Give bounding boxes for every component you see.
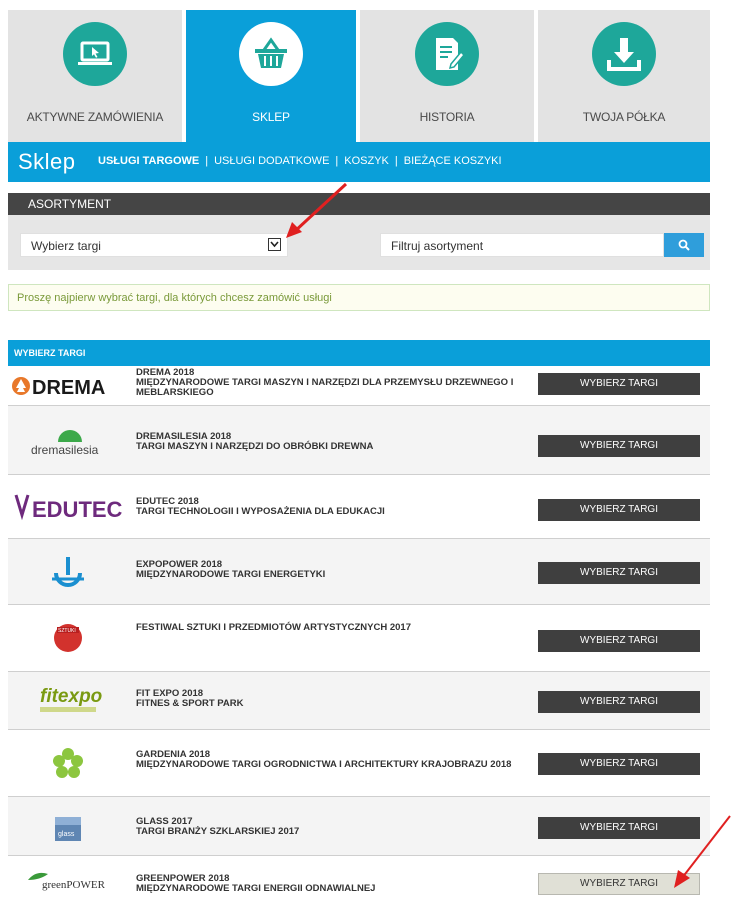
tile-historia[interactable]: HISTORIA	[360, 10, 534, 142]
table-row: GARDENIA 2018 MIĘDZYNARODOWE TARGI OGROD…	[8, 730, 710, 797]
table-row: SZTUKI FESTIWAL SZTUKI I PRZEDMIOTÓW ART…	[8, 605, 710, 672]
assortment-header: ASORTYMENT	[8, 193, 710, 215]
edutec-logo: EDUTEC	[8, 475, 128, 539]
table-row: greenPOWER GREENPOWER 2018 MIĘDZYNARODOW…	[8, 856, 710, 896]
table-row: glass GLASS 2017 TARGI BRANŻY SZKLARSKIE…	[8, 797, 710, 856]
glass-logo: glass	[8, 797, 128, 856]
table-row: DREMA DREMA 2018 MIĘDZYNARODOWE TARGI MA…	[8, 366, 710, 406]
fitexpo-logo: fitexpo	[8, 672, 128, 730]
glass-logo-text: glass	[58, 831, 75, 838]
fair-description: MIĘDZYNARODOWE TARGI ENERGII ODNAWIALNEJ	[136, 883, 376, 894]
fair-select-value: Wybierz targi	[31, 239, 101, 253]
download-icon	[592, 22, 656, 86]
filter-bar: Wybierz targi Filtruj asortyment	[8, 215, 710, 270]
fairs-header-title: WYBIERZ TARGI	[14, 348, 86, 358]
drema-logo-text: DREMA	[32, 377, 105, 399]
tile-twoja-polka[interactable]: TWOJA PÓŁKA	[538, 10, 710, 142]
basket-icon	[239, 22, 303, 86]
notice-text: Proszę najpierw wybrać targi, dla któryc…	[17, 292, 332, 304]
fair-description: TARGI BRANŻY SZKLARSKIEJ 2017	[136, 826, 300, 837]
flower-icon	[8, 730, 128, 797]
fitexpo-logo-text: fitexpo	[40, 686, 102, 707]
tile-label: TWOJA PÓŁKA	[582, 110, 666, 124]
edutec-logo-text: EDUTEC	[32, 497, 123, 522]
nav-separator: |	[394, 155, 398, 167]
filter-placeholder: Filtruj asortyment	[391, 239, 484, 253]
greenpower-logo: greenPOWER	[8, 856, 128, 896]
tile-aktywne-zamowienia[interactable]: AKTYWNE ZAMÓWIENIA	[8, 10, 182, 142]
tile-label: HISTORIA	[419, 110, 475, 124]
nav-biezace-koszyki[interactable]: BIEŻĄCE KOSZYKI	[404, 155, 502, 167]
shop-navbar: Sklep USŁUGI TARGOWE | USŁUGI DODATKOWE | KO…	[8, 142, 710, 182]
festiwal-logo-text: SZTUKI	[58, 628, 76, 634]
nav-separator: |	[205, 155, 209, 167]
table-row: EXPOPOWER 2018 MIĘDZYNARODOWE TARGI ENER…	[8, 539, 710, 605]
select-fair-button[interactable]: WYBIERZ TARGI	[538, 691, 700, 713]
assortment-filter-input[interactable]: Filtruj asortyment	[380, 233, 664, 257]
shop-nav: USŁUGI TARGOWE | USŁUGI DODATKOWE | KOSZYK | B…	[98, 155, 502, 167]
laptop-icon	[63, 22, 127, 86]
nav-uslugi-targowe[interactable]: USŁUGI TARGOWE	[98, 155, 199, 167]
shop-title: Sklep	[18, 149, 76, 174]
fair-description: TARGI TECHNOLOGII I WYPOSAŻENIA DLA EDUK…	[136, 506, 385, 517]
assortment-title: ASORTYMENT	[28, 197, 112, 211]
fair-name: FESTIWAL SZTUKI I PRZEDMIOTÓW ARTYSTYCZN…	[136, 622, 411, 633]
select-fair-button[interactable]: WYBIERZ TARGI	[538, 435, 700, 457]
select-fair-button[interactable]: WYBIERZ TARGI	[538, 630, 700, 652]
fair-description: MIĘDZYNARODOWE TARGI OGRODNICTWA I ARCHI…	[136, 759, 512, 770]
fairs-header: WYBIERZ TARGI	[8, 340, 710, 366]
main-tiles: AKTYWNE ZAMÓWIENIA SKLEP HISTORIA TWOJA …	[8, 10, 710, 142]
nav-uslugi-dodatkowe[interactable]: USŁUGI DODATKOWE	[214, 155, 329, 167]
festiwal-logo: SZTUKI	[8, 605, 128, 672]
search-icon	[678, 239, 690, 251]
nav-koszyk[interactable]: KOSZYK	[344, 155, 389, 167]
fair-select[interactable]: Wybierz targi	[20, 233, 288, 257]
select-fair-button[interactable]: WYBIERZ TARGI	[538, 499, 700, 521]
info-notice: Proszę najpierw wybrać targi, dla któryc…	[8, 284, 710, 311]
fair-description: MIĘDZYNARODOWE TARGI MASZYN I NARZĘDZI D…	[136, 377, 514, 398]
chevron-down-icon[interactable]	[268, 238, 281, 251]
dremasilesia-logo: dremasilesia	[8, 406, 128, 475]
table-row: fitexpo FIT EXPO 2018 FITNES & SPORT PAR…	[8, 672, 710, 730]
greenpower-logo-text: greenPOWER	[42, 879, 106, 891]
tile-label: SKLEP	[252, 110, 290, 124]
select-fair-button[interactable]: WYBIERZ TARGI	[538, 873, 700, 895]
search-button[interactable]	[664, 233, 704, 257]
nav-separator: |	[335, 155, 339, 167]
dremasilesia-logo-text: dremasilesia	[31, 443, 99, 457]
fair-description: TARGI MASZYN I NARZĘDZI DO OBRÓBKI DREWN…	[136, 441, 374, 452]
document-edit-icon	[415, 22, 479, 86]
select-fair-button[interactable]: WYBIERZ TARGI	[538, 817, 700, 839]
tile-sklep[interactable]: SKLEP	[186, 10, 356, 142]
select-fair-button[interactable]: WYBIERZ TARGI	[538, 373, 700, 395]
power-icon	[8, 539, 128, 605]
table-row: dremasilesia DREMASILESIA 2018 TARGI MAS…	[8, 406, 710, 475]
tile-label: AKTYWNE ZAMÓWIENIA	[26, 110, 164, 124]
select-fair-button[interactable]: WYBIERZ TARGI	[538, 753, 700, 775]
fair-description: FITNES & SPORT PARK	[136, 698, 244, 709]
table-row: EDUTEC EDUTEC 2018 TARGI TECHNOLOGII I W…	[8, 475, 710, 539]
fair-description: MIĘDZYNARODOWE TARGI ENERGETYKI	[136, 569, 326, 580]
select-fair-button[interactable]: WYBIERZ TARGI	[538, 562, 700, 584]
